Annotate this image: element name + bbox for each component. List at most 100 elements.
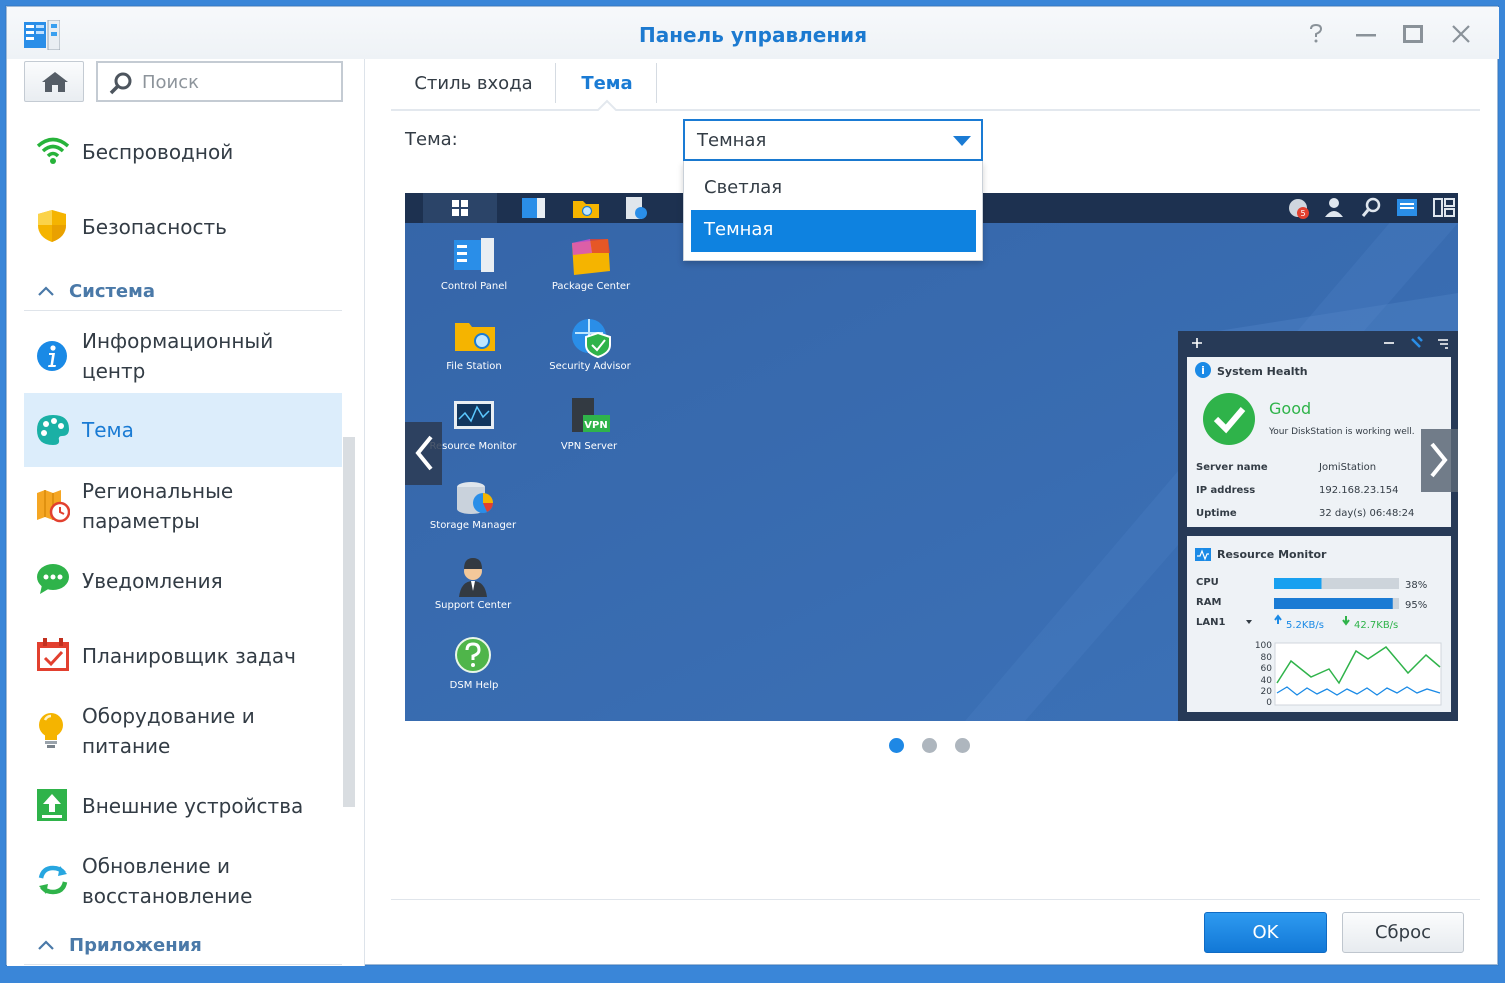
- svg-text:System Health: System Health: [1217, 365, 1308, 378]
- sidebar-item-label-line1: Обновление и: [82, 854, 230, 878]
- svg-text:Server name: Server name: [1196, 462, 1268, 473]
- preview-user-icon: [1329, 198, 1339, 208]
- sidebar-item-external-devices[interactable]: Внешние устройства: [24, 786, 342, 826]
- sidebar-item-wireless[interactable]: Беспроводной: [24, 132, 342, 172]
- svg-text:Good: Good: [1269, 399, 1311, 418]
- minimize-icon[interactable]: [1356, 25, 1376, 45]
- sidebar-item-label-line2: восстановление: [82, 884, 253, 908]
- theme-select[interactable]: Темная: [683, 119, 983, 161]
- refresh-icon: [36, 864, 70, 904]
- preview-prev-button[interactable]: [405, 422, 442, 485]
- section-label: Приложения: [69, 935, 202, 956]
- home-button[interactable]: [24, 61, 84, 102]
- svg-text:IP address: IP address: [1196, 485, 1255, 496]
- sidebar-item-label-line1: Региональные: [82, 479, 234, 503]
- section-label: Система: [69, 281, 155, 302]
- page-dot-2[interactable]: [922, 738, 937, 753]
- svg-text:LAN1: LAN1: [1196, 617, 1225, 628]
- svg-text:60: 60: [1261, 664, 1273, 674]
- sidebar-scrollbar[interactable]: [343, 437, 355, 807]
- preview-notification-count: 5: [1300, 209, 1305, 218]
- svg-text:Control Panel: Control Panel: [441, 281, 507, 292]
- sidebar: Беспроводной Безопасность Система: [7, 59, 365, 966]
- svg-text:VPN Server: VPN Server: [561, 441, 618, 452]
- home-icon: [42, 72, 68, 92]
- svg-text:CPU: CPU: [1196, 577, 1219, 588]
- svg-text:38%: 38%: [1405, 580, 1427, 591]
- svg-text:DSM Help: DSM Help: [450, 680, 499, 691]
- search-input[interactable]: [142, 70, 332, 94]
- help-icon[interactable]: [1306, 23, 1326, 43]
- theme-preview: 5 Control Panel Package Center File Stat…: [405, 193, 1458, 721]
- chevron-up-icon: [38, 940, 54, 950]
- svg-text:5.2KB/s: 5.2KB/s: [1286, 620, 1324, 631]
- sidebar-item-label: Планировщик задач: [82, 644, 296, 668]
- search-box[interactable]: [96, 61, 343, 102]
- sidebar-item-label-line2: центр: [82, 359, 146, 383]
- option-label: Светлая: [704, 177, 783, 198]
- tab-login-style[interactable]: Стиль входа: [401, 59, 546, 109]
- title-bar[interactable]: Панель управления: [7, 7, 1499, 59]
- svg-text:Storage Manager: Storage Manager: [430, 520, 517, 531]
- svg-text:Support Center: Support Center: [435, 600, 512, 611]
- sidebar-item-notifications[interactable]: Уведомления: [24, 561, 342, 601]
- svg-text:File Station: File Station: [446, 361, 501, 372]
- theme-option-light[interactable]: Светлая: [691, 168, 976, 210]
- sidebar-item-label: Беспроводной: [82, 140, 234, 164]
- theme-dropdown-menu: Светлая Темная: [683, 161, 983, 261]
- option-label: Темная: [704, 219, 774, 240]
- svg-text:VPN: VPN: [584, 420, 607, 431]
- sidebar-item-label: Внешние устройства: [82, 794, 304, 818]
- page-dot-1[interactable]: [889, 738, 904, 753]
- sidebar-item-regional[interactable]: Региональные параметры: [24, 473, 342, 539]
- sidebar-item-label-line1: Информационный: [82, 329, 274, 353]
- wifi-icon: [36, 136, 70, 174]
- preview-ram-bar: [1274, 598, 1393, 609]
- svg-text:i: i: [1201, 364, 1205, 377]
- tab-bar: Стиль входа Тема: [391, 59, 1480, 111]
- svg-text:192.168.23.154: 192.168.23.154: [1319, 485, 1399, 496]
- footer-divider: [391, 899, 1480, 900]
- search-icon: [109, 72, 132, 95]
- svg-text:95%: 95%: [1405, 600, 1427, 611]
- sidebar-item-security[interactable]: Безопасность: [24, 207, 342, 247]
- page-dot-3[interactable]: [955, 738, 970, 753]
- svg-text:RAM: RAM: [1196, 597, 1221, 608]
- tab-label: Тема: [581, 73, 633, 94]
- calendar-check-icon: [36, 638, 70, 680]
- maximize-icon[interactable]: [1403, 25, 1423, 43]
- sidebar-item-task-scheduler[interactable]: Планировщик задач: [24, 636, 342, 676]
- tab-separator: [656, 63, 657, 103]
- reset-button[interactable]: Сброс: [1342, 912, 1464, 953]
- dropdown-arrow-icon: [953, 136, 971, 146]
- sidebar-item-update-restore[interactable]: Обновление и восстановление: [24, 848, 342, 914]
- sidebar-item-info-center[interactable]: Информационный центр: [24, 323, 342, 389]
- tab-separator: [555, 63, 556, 103]
- svg-text:20: 20: [1261, 687, 1273, 697]
- preview-next-button[interactable]: [1421, 429, 1458, 492]
- tab-active-pointer: [597, 99, 617, 111]
- shield-icon: [36, 209, 68, 251]
- svg-text:0: 0: [1266, 698, 1272, 708]
- svg-text:Resource Monitor: Resource Monitor: [429, 441, 517, 452]
- svg-text:Security Advisor: Security Advisor: [549, 361, 631, 372]
- external-device-upload-icon: [36, 788, 68, 830]
- sidebar-item-hardware-power[interactable]: Оборудование и питание: [24, 698, 342, 764]
- svg-text:Resource Monitor: Resource Monitor: [1217, 548, 1327, 561]
- ok-button[interactable]: OK: [1204, 912, 1327, 953]
- chevron-up-icon: [38, 286, 54, 296]
- tab-label: Стиль входа: [414, 73, 533, 94]
- window-title: Панель управления: [638, 23, 868, 47]
- svg-text:Uptime: Uptime: [1196, 508, 1237, 519]
- close-icon[interactable]: [1451, 24, 1471, 44]
- sidebar-item-theme[interactable]: Тема: [24, 393, 342, 467]
- svg-text:Package Center: Package Center: [552, 281, 631, 292]
- section-applications[interactable]: Приложения: [24, 931, 342, 965]
- palette-icon: [36, 414, 70, 454]
- theme-option-dark[interactable]: Темная: [691, 210, 976, 252]
- chat-bubble-icon: [36, 563, 70, 603]
- svg-text:42.7KB/s: 42.7KB/s: [1354, 620, 1398, 631]
- section-system[interactable]: Система: [24, 277, 342, 311]
- svg-text:40: 40: [1261, 676, 1273, 686]
- control-panel-window: Панель управления Поиск Беспроводной Без…: [6, 6, 1499, 966]
